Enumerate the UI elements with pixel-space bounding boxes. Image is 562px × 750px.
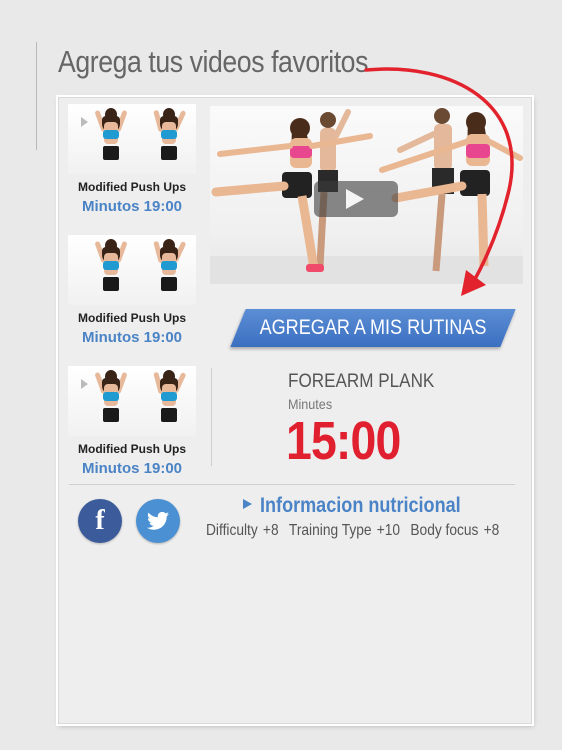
stat-difficulty-label: Difficulty	[206, 522, 258, 539]
twitter-button[interactable]	[136, 499, 180, 543]
fitness-model-figure	[94, 108, 128, 174]
fitness-model-figure	[94, 370, 128, 436]
video-player[interactable]	[210, 106, 523, 284]
thumbnail-duration: Minutos 19:00	[81, 460, 183, 477]
facebook-icon: f	[95, 505, 105, 536]
horizontal-divider	[69, 484, 515, 485]
stats-row: Difficulty +8 Training Type +10 Body focus +8	[206, 522, 499, 540]
fitness-model-figure	[94, 239, 128, 305]
video-thumbnail-2[interactable]: Modified Push Ups Minutos 19:00	[68, 235, 196, 346]
play-icon	[81, 117, 88, 127]
twitter-icon	[147, 511, 169, 530]
play-icon	[81, 379, 88, 389]
triangle-right-icon	[243, 498, 252, 509]
thumbnail-image	[68, 366, 196, 436]
nutrition-info-label: Informacion nutricional	[260, 494, 461, 517]
stat-difficulty-value: +8	[262, 522, 279, 539]
exercise-name: FOREARM PLANK	[288, 371, 435, 392]
thumbnail-image	[68, 235, 196, 305]
video-thumbnail-1[interactable]: Modified Push Ups Minutos 19:00	[68, 104, 196, 215]
play-icon	[346, 189, 364, 209]
facebook-button[interactable]: f	[78, 499, 122, 543]
thumbnail-title: Modified Push Ups	[78, 442, 186, 456]
nutrition-info-link[interactable]: Informacion nutricional	[243, 494, 493, 518]
add-to-routines-label: AGREGAR A MIS RUTINAS	[259, 316, 487, 339]
exercise-time: 15:00	[286, 411, 401, 471]
page-title: Agrega tus videos favoritos	[58, 44, 368, 79]
header-divider	[36, 42, 37, 150]
thumbnail-image	[68, 104, 196, 174]
thumbnail-duration: Minutos 19:00	[81, 198, 183, 215]
section-divider	[211, 368, 212, 466]
main-panel: Modified Push Ups Minutos 19:00 Modified…	[58, 97, 532, 724]
stat-body-focus-value: +8	[483, 522, 500, 539]
fitness-model-figure	[153, 239, 187, 305]
add-to-routines-button[interactable]: AGREGAR A MIS RUTINAS	[230, 309, 516, 347]
thumbnail-title: Modified Push Ups	[78, 311, 186, 325]
video-thumbnail-3[interactable]: Modified Push Ups Minutos 19:00	[68, 366, 196, 477]
thumbnail-title: Modified Push Ups	[78, 180, 186, 194]
stat-training-type-label: Training Type	[288, 522, 372, 539]
play-button[interactable]	[314, 181, 398, 217]
fitness-model-figure	[153, 108, 187, 174]
stat-training-type-value: +10	[376, 522, 401, 539]
stat-body-focus-label: Body focus	[410, 522, 479, 539]
fitness-model-figure	[153, 370, 187, 436]
thumbnail-duration: Minutos 19:00	[81, 329, 183, 346]
